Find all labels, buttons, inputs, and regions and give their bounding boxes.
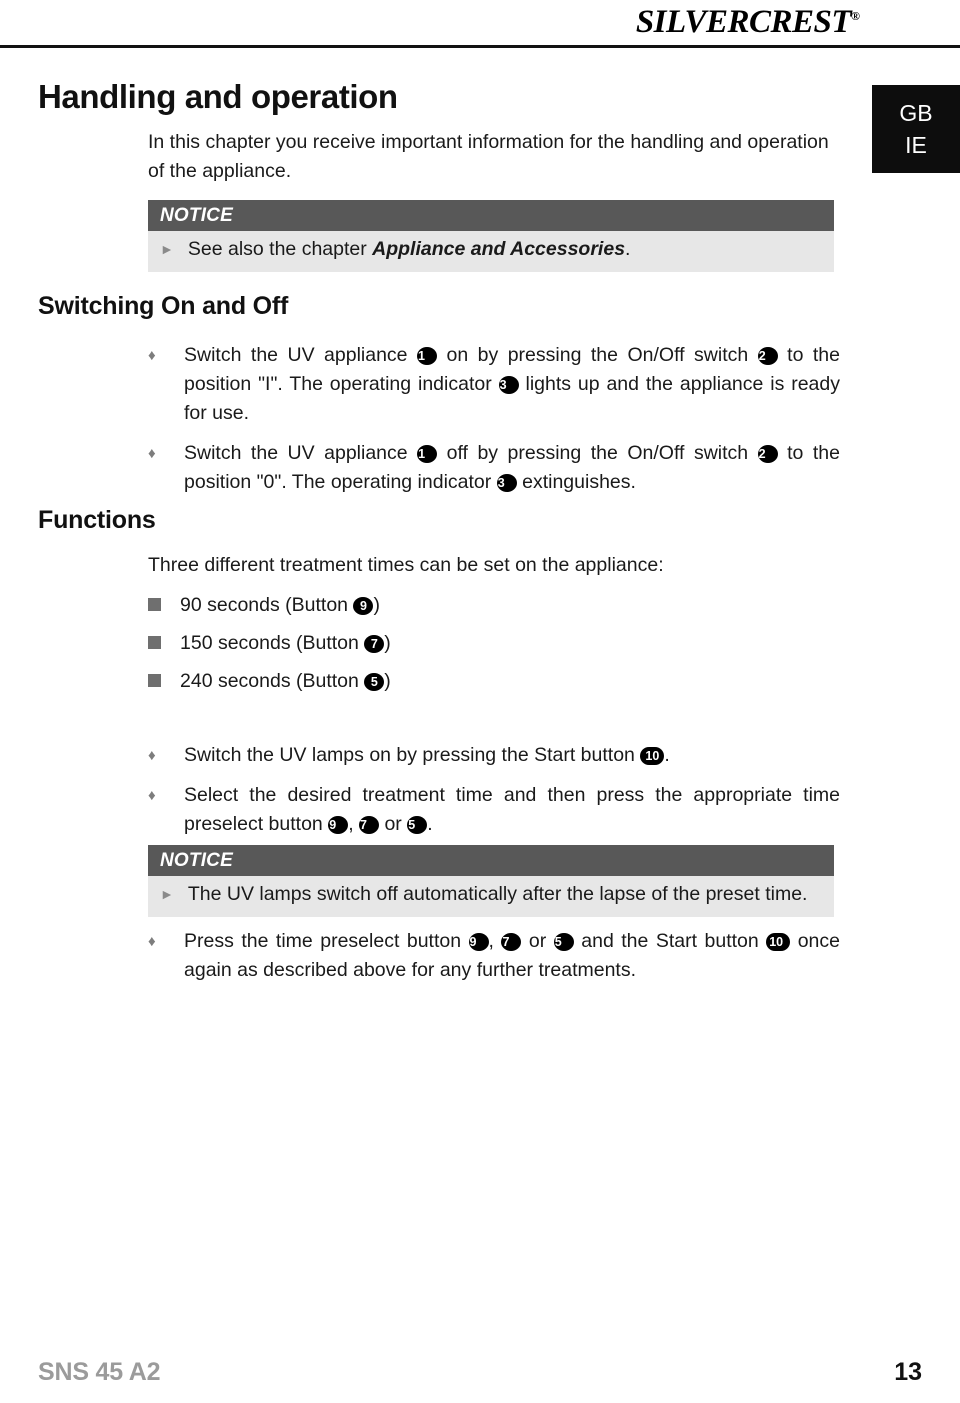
list-item: 240 seconds (Button 5) [148,667,648,696]
seg: Select the desired treatment time and th… [184,784,840,835]
footer-page-number: 13 [894,1358,922,1386]
diamond-bullet-icon: ♦ [148,347,156,364]
seg: , [348,813,360,835]
callout-number: 9 [353,597,374,615]
list-item: ♦ Press the time preselect button 9, 7 o… [148,927,840,985]
header-divider-rule [0,45,960,48]
seg: or [379,813,408,835]
diamond-bullet-icon: ♦ [148,787,156,804]
callout-number: 1 [417,445,438,463]
callout-number: 3 [498,376,519,394]
diamond-bullet-icon: ♦ [148,933,156,950]
notice-2-body: ► The UV lamps switch off automatically … [148,876,834,917]
seg: Press the time preselect button [184,930,469,952]
section-heading-functions: Functions [38,506,156,534]
page-footer: SNS 45 A2 13 [0,1358,960,1403]
callout-number: 7 [359,816,380,834]
notice-1-text-emphasis: Appliance and Accessories [372,238,626,260]
brand-header: SILVERCREST® [0,4,960,46]
manual-page: SILVERCREST® GB IE Handling and operatio… [0,0,960,1403]
switching-bullet-list: ♦ Switch the UV appliance 1 on by pressi… [148,341,840,497]
country-badge: GB IE [872,85,960,173]
notice-2-text: The UV lamps switch off automatically af… [187,883,808,905]
callout-number: 1 [417,347,438,365]
seg: 150 seconds (Button [180,632,365,654]
list-item: 90 seconds (Button 9) [148,591,648,620]
list-item: ♦ Switch the UV lamps on by pressing the… [148,741,840,770]
brand-logo-text: SILVERCREST [635,4,852,40]
square-bullet-icon [148,667,180,696]
seg: off by pressing the On/Off switch [437,442,758,464]
callout-number: 2 [757,347,778,365]
final-step-text: Press the time preselect button 9, 7 or … [184,927,840,985]
seg: 240 seconds (Button [180,670,365,692]
seg: ) [373,594,380,616]
callout-number: 2 [757,445,778,463]
treatment-time-3: 240 seconds (Button 5) [180,667,391,696]
arrow-right-icon: ► [160,886,174,902]
notice-1-heading: NOTICE [148,200,834,231]
seg: on by pressing the On/Off switch [437,344,758,366]
seg: , [488,930,502,952]
callout-number: 5 [553,933,574,951]
country-badge-line-2: IE [905,132,927,158]
seg: Switch the UV appliance [184,344,418,366]
diamond-bullet-icon: ♦ [148,747,156,764]
page-title: Handling and operation [38,78,398,115]
registered-trademark-icon: ® [851,9,860,23]
seg: and the Start button [573,930,767,952]
arrow-right-icon: ► [160,241,174,257]
callout-number: 10 [766,933,791,951]
section-heading-switching: Switching On and Off [38,292,289,320]
list-item: ♦ Switch the UV appliance 1 off by press… [148,439,840,497]
callout-number: 10 [640,747,665,765]
notice-1-text-after: . [625,238,631,260]
list-item: ♦ Select the desired treatment time and … [148,781,840,839]
callout-number: 9 [468,933,489,951]
square-bullet-icon [148,629,180,658]
treatment-time-list: 90 seconds (Button 9) 150 seconds (Butto… [148,591,648,705]
callout-number: 5 [407,816,428,834]
final-step-list: ♦ Press the time preselect button 9, 7 o… [148,927,840,985]
callout-number: 5 [364,673,385,691]
square-bullet-icon [148,591,180,620]
treatment-time-2: 150 seconds (Button 7) [180,629,391,658]
step-1-text: Switch the UV lamps on by pressing the S… [184,741,840,770]
seg: 90 seconds (Button [180,594,354,616]
seg: extinguishes. [516,471,636,493]
list-item: ♦ Switch the UV appliance 1 on by pressi… [148,341,840,428]
notice-1-text-before: See also the chapter [187,238,373,260]
seg: . [664,744,670,766]
list-item: 150 seconds (Button 7) [148,629,648,658]
chapter-intro-text: In this chapter you receive important in… [148,131,829,182]
switching-item-1-text: Switch the UV appliance 1 on by pressing… [184,341,840,428]
country-badge-line-1: GB [899,100,933,126]
operating-steps-list: ♦ Switch the UV lamps on by pressing the… [148,741,840,839]
seg: ) [384,670,391,692]
footer-model-name: SNS 45 A2 [38,1358,161,1386]
callout-number: 3 [496,474,517,492]
notice-1-body: ► See also the chapter Appliance and Acc… [148,231,834,272]
callout-number: 7 [501,933,522,951]
diamond-bullet-icon: ♦ [148,445,156,462]
seg: ) [384,632,391,654]
notice-box-2: NOTICE ► The UV lamps switch off automat… [148,845,834,917]
seg: or [521,930,554,952]
treatment-time-1: 90 seconds (Button 9) [180,591,380,620]
silvercrest-logo: SILVERCREST® [636,4,860,41]
callout-number: 7 [364,635,385,653]
notice-box-1: NOTICE ► See also the chapter Appliance … [148,200,834,272]
notice-1-text: See also the chapter Appliance and Acces… [188,235,822,264]
switching-item-2-text: Switch the UV appliance 1 off by pressin… [184,439,840,497]
seg: Switch the UV appliance [184,442,418,464]
step-2-text: Select the desired treatment time and th… [184,781,840,839]
callout-number: 9 [328,816,349,834]
functions-lead-text: Three different treatment times can be s… [148,554,664,576]
seg: Switch the UV lamps on by pressing the S… [184,744,641,766]
notice-2-heading: NOTICE [148,845,834,876]
seg: . [427,813,433,835]
